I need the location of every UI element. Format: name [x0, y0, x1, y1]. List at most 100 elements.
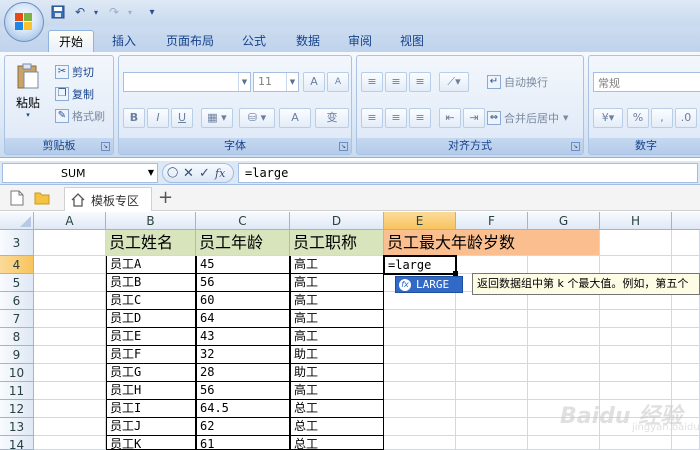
- tab-page-layout[interactable]: 页面布局: [158, 30, 222, 52]
- age-cell[interactable]: 28: [196, 364, 290, 382]
- grid-cell[interactable]: [600, 230, 672, 256]
- autocomplete-item-large[interactable]: fx LARGE: [395, 276, 463, 293]
- title-cell[interactable]: 助工: [290, 346, 384, 364]
- row-header-3[interactable]: 3: [0, 230, 34, 256]
- office-button[interactable]: [4, 2, 44, 42]
- grid-cell[interactable]: [34, 230, 106, 256]
- title-cell[interactable]: 高工: [290, 274, 384, 292]
- increase-indent-icon[interactable]: ⇥: [463, 108, 485, 128]
- column-header-h[interactable]: H: [600, 212, 672, 230]
- age-cell[interactable]: 43: [196, 328, 290, 346]
- row-header-6[interactable]: 6: [0, 292, 34, 310]
- tab-insert[interactable]: 插入: [104, 30, 144, 52]
- bold-button[interactable]: B: [123, 108, 145, 128]
- title-cell[interactable]: 总工: [290, 418, 384, 436]
- wrap-text-button[interactable]: ↵ 自动换行: [487, 74, 548, 90]
- grid-cell[interactable]: [456, 256, 528, 274]
- grid-cell[interactable]: [384, 364, 456, 382]
- redo-dropdown-icon[interactable]: ▾: [122, 4, 138, 20]
- formula-input[interactable]: =large: [238, 163, 698, 183]
- font-color-button[interactable]: A: [279, 108, 311, 128]
- grid-cell[interactable]: [456, 418, 528, 436]
- tab-view[interactable]: 视图: [392, 30, 432, 52]
- align-bottom-icon[interactable]: ≡: [409, 72, 431, 92]
- grid-cell[interactable]: [672, 364, 700, 382]
- header-employee-age[interactable]: 员工年龄: [196, 230, 290, 256]
- number-format-select[interactable]: 常规: [593, 72, 700, 92]
- grid-cell[interactable]: [672, 346, 700, 364]
- name-cell[interactable]: 员工E: [106, 328, 196, 346]
- grid-cell[interactable]: [456, 364, 528, 382]
- title-cell[interactable]: 总工: [290, 436, 384, 450]
- grid-cell[interactable]: [34, 418, 106, 436]
- title-cell[interactable]: 高工: [290, 382, 384, 400]
- font-launcher-icon[interactable]: ↘: [339, 142, 348, 151]
- name-cell[interactable]: 员工B: [106, 274, 196, 292]
- grid-cell[interactable]: [384, 436, 456, 450]
- font-size-select[interactable]: 11 ▼: [253, 72, 299, 92]
- title-cell[interactable]: 高工: [290, 292, 384, 310]
- grid-cell[interactable]: [528, 346, 600, 364]
- name-box[interactable]: SUM ▼: [2, 163, 158, 183]
- header-employee-title[interactable]: 员工职称: [290, 230, 384, 256]
- insert-function-icon[interactable]: fx: [215, 167, 225, 180]
- age-cell[interactable]: 60: [196, 292, 290, 310]
- column-header-a[interactable]: A: [34, 212, 106, 230]
- row-header-10[interactable]: 10: [0, 364, 34, 382]
- column-header-b[interactable]: B: [106, 212, 196, 230]
- chevron-down-icon[interactable]: ▼: [148, 168, 154, 177]
- customize-toolbar-icon[interactable]: ▾: [144, 4, 160, 20]
- increase-decimal-icon[interactable]: .0: [675, 108, 697, 128]
- align-left-icon[interactable]: ≡: [361, 108, 383, 128]
- select-all-corner[interactable]: [0, 212, 34, 230]
- name-cell[interactable]: 员工G: [106, 364, 196, 382]
- paste-button[interactable]: 粘贴 ▾: [13, 62, 43, 119]
- column-header-d[interactable]: D: [290, 212, 384, 230]
- font-name-select[interactable]: ▼: [123, 72, 251, 92]
- title-cell[interactable]: 助工: [290, 364, 384, 382]
- grid-cell[interactable]: [456, 436, 528, 450]
- enter-icon[interactable]: ✓: [199, 166, 210, 181]
- grid-cell[interactable]: [384, 310, 456, 328]
- grid-cell[interactable]: [34, 364, 106, 382]
- grid-cell[interactable]: [384, 328, 456, 346]
- row-header-12[interactable]: 12: [0, 400, 34, 418]
- grid-cell[interactable]: [384, 418, 456, 436]
- name-cell[interactable]: 员工F: [106, 346, 196, 364]
- redo-icon[interactable]: ↷: [106, 4, 122, 20]
- tab-review[interactable]: 审阅: [340, 30, 380, 52]
- title-cell[interactable]: 总工: [290, 400, 384, 418]
- grid-cell[interactable]: [456, 400, 528, 418]
- collapse-icon[interactable]: ◯: [167, 167, 178, 178]
- column-header-e[interactable]: E: [384, 212, 456, 230]
- align-top-icon[interactable]: ≡: [361, 72, 383, 92]
- grid-cell[interactable]: [528, 310, 600, 328]
- merge-center-button[interactable]: ⇔ 合并后居中 ▼: [487, 110, 568, 126]
- age-cell[interactable]: 62: [196, 418, 290, 436]
- age-cell[interactable]: 32: [196, 346, 290, 364]
- grid-cell[interactable]: [600, 346, 672, 364]
- age-cell[interactable]: 56: [196, 274, 290, 292]
- active-cell-e4[interactable]: =large: [383, 255, 457, 275]
- copy-button[interactable]: ❐ 复制: [55, 86, 94, 102]
- grid-cell[interactable]: [384, 400, 456, 418]
- grid-cell[interactable]: [34, 400, 106, 418]
- tab-data[interactable]: 数据: [286, 30, 330, 52]
- grid-cell[interactable]: [672, 230, 700, 256]
- grid-cell[interactable]: [456, 346, 528, 364]
- grid-cell[interactable]: [528, 328, 600, 346]
- folder-icon[interactable]: [34, 190, 50, 206]
- currency-icon[interactable]: ¥▾: [593, 108, 623, 128]
- grid-cell[interactable]: [34, 274, 106, 292]
- grid-cell[interactable]: [34, 292, 106, 310]
- grid-cell[interactable]: [600, 256, 672, 274]
- grid-cell[interactable]: [34, 436, 106, 450]
- grow-font-button[interactable]: A: [303, 72, 325, 92]
- grid-cell[interactable]: [384, 382, 456, 400]
- row-header-8[interactable]: 8: [0, 328, 34, 346]
- age-cell[interactable]: 56: [196, 382, 290, 400]
- grid-cell[interactable]: [528, 364, 600, 382]
- grid-cell[interactable]: [34, 256, 106, 274]
- grid-cell[interactable]: [456, 382, 528, 400]
- borders-button[interactable]: ▦ ▾: [201, 108, 233, 128]
